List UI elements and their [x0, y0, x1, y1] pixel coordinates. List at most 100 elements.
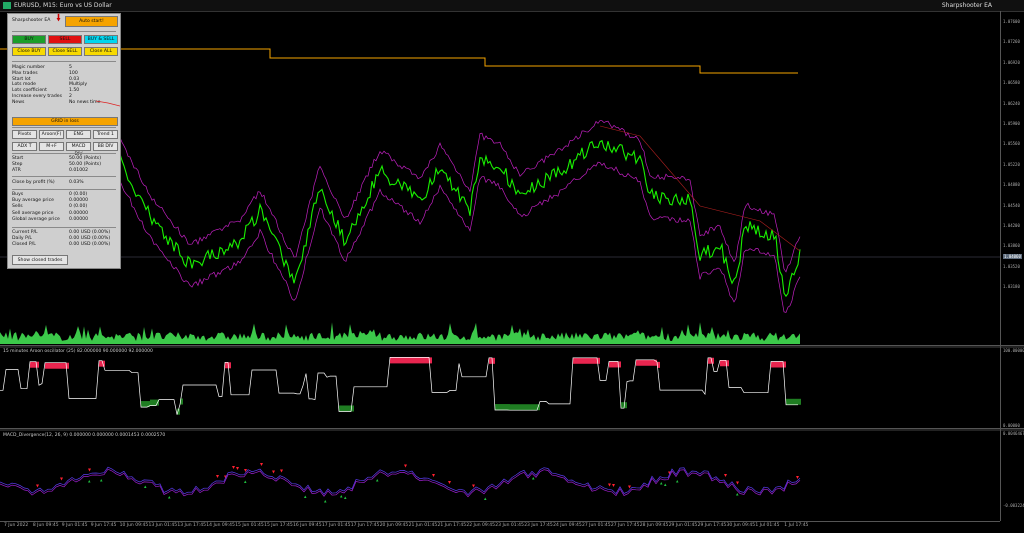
macd-buy-arrow: ▴: [304, 494, 307, 500]
aroon-high-bar: [45, 362, 48, 369]
price-label: 1.03860: [1003, 243, 1020, 249]
time-label: 29 Jun 17:45: [697, 523, 727, 528]
close-all-button[interactable]: Close ALL: [84, 47, 118, 56]
price-label: 1.05560: [1003, 141, 1020, 147]
buy-sell-button[interactable]: BUY & SELL: [84, 35, 118, 44]
aroon-high-bar: [414, 357, 417, 364]
macd-buy-arrow: ▴: [344, 495, 347, 501]
time-label: 23 Jun 01:45: [495, 523, 524, 528]
aroon-high-bar: [99, 360, 102, 367]
aroon-low-bar: [522, 404, 525, 411]
pl-row: Closed P/L 0.00 USD (0.00%): [12, 242, 118, 248]
signal-button-pivots[interactable]: Pivots: [12, 130, 37, 139]
close-by-profit-row: Close by profit (%) 0.03%: [12, 180, 118, 186]
time-label: 10 Jun 09:45: [119, 523, 149, 528]
aroon-high-bar: [60, 362, 63, 369]
aroon-low-bar: [531, 404, 534, 411]
subwindow-separator-2[interactable]: [0, 428, 1024, 431]
aroon-high-bar: [594, 357, 597, 364]
signal-button-adx-t[interactable]: ADX T: [12, 142, 37, 151]
time-label: 1 Jul 17:45: [784, 523, 809, 528]
aroon-low-bar: [144, 401, 147, 408]
divider: [12, 227, 116, 228]
time-label: 9 Jun 01:45: [61, 523, 88, 528]
time-label: 28 Jun 09:45: [639, 523, 669, 528]
time-label: 9 Jun 17:45: [90, 523, 117, 528]
aroon-high-bar: [399, 357, 402, 364]
news-indicator-icon: [96, 100, 120, 107]
close-buy-button[interactable]: Close BUY: [12, 47, 46, 56]
price-scale[interactable]: 1.07600 1.07260 1.06920 1.06580 1.06240 1.059…: [1000, 11, 1024, 521]
aroon-oscillator: [0, 357, 801, 415]
stat-row: Global average price 0.00000: [12, 217, 118, 223]
time-label: 17 Jun 01:45: [321, 523, 351, 528]
time-label: 14 Jun 09:45: [206, 523, 235, 528]
aroon-high-bar: [651, 359, 654, 366]
sell-button[interactable]: SELL: [48, 35, 82, 44]
auto-start-button[interactable]: Auto start!: [65, 16, 118, 27]
macd-sell-arrow: ▾: [736, 479, 739, 486]
time-label: 30 Jun 09:45: [726, 523, 756, 528]
price-label: 1.05220: [1003, 161, 1020, 167]
aroon-low-bar: [534, 404, 537, 411]
signal-button-m-f[interactable]: M+F: [39, 142, 64, 151]
panel-title: Sharpshooter EA: [12, 18, 51, 23]
time-label: 22 Jun 09:45: [466, 523, 495, 528]
price-label: 1.04540: [1003, 202, 1020, 208]
chart-canvas[interactable]: ▾▾▾▴ ▴▴▴▾ ▾▾ ▾ ▾▴▾▾ ▾▴▴▴ ▴▴▾▾▾ ▾▴▴▾ ▾ ▾ ▴ ▴▾▴▾▾▴▾: [0, 11, 1000, 521]
aroon-high-bar: [615, 361, 618, 368]
macd-scale-label: 0.0046467: [1003, 431, 1024, 436]
aroon-high-bar: [609, 361, 612, 368]
aroon-high-bar: [225, 362, 228, 369]
show-closed-trades-button[interactable]: Show closed trades: [12, 255, 68, 265]
macd-sell-arrow: ▾: [260, 461, 263, 468]
time-scale[interactable]: 7 Jun 2022 8 Jun 09:45 9 Jun 01:45 9 Jun 17…: [0, 521, 1000, 533]
signal-button-aroon-f[interactable]: Aroon(F): [39, 130, 64, 139]
aroon-high-bar: [780, 361, 783, 368]
divider: [12, 153, 116, 154]
aroon-high-bar: [63, 362, 66, 369]
signal-button-bb-div[interactable]: BB DIV: [93, 142, 118, 151]
aroon-high-bar: [30, 361, 33, 368]
pl-value: 0.00 USD (0.00%): [69, 242, 111, 248]
aroon-high-bar: [588, 357, 591, 364]
signal-button-trend-1[interactable]: Trend 1: [93, 130, 118, 139]
aroon-high-bar: [582, 357, 585, 364]
signal-button-macd-div[interactable]: MACD DIV: [66, 142, 91, 157]
aroon-high-bar: [576, 357, 579, 364]
aroon-high-bar: [777, 361, 780, 368]
aroon-high-bar: [720, 360, 723, 367]
macd-sell-arrow: ▾: [724, 472, 727, 479]
macd-sell-arrow: ▾: [612, 482, 615, 489]
macd-title: MACD_Divergence(12, 26, 9) 0.000000 0.00…: [3, 433, 166, 438]
aroon-high-bar: [402, 357, 405, 364]
price-label: 1.07600: [1003, 19, 1020, 24]
time-label: 24 Jun 09:45: [553, 523, 582, 528]
stat-label: Sells: [12, 204, 23, 210]
aroon-high-bar: [54, 362, 57, 369]
macd-sell-arrow: ▾: [272, 468, 275, 475]
stat-row: Sell average price 0.00000: [12, 211, 118, 217]
signal-button-eng[interactable]: ENG: [66, 130, 91, 139]
oscillator-scale-label: 100.00000: [1003, 348, 1024, 353]
close-sell-button[interactable]: Close SELL: [48, 47, 82, 56]
aroon-high-bar: [579, 357, 582, 364]
buy-button[interactable]: BUY: [12, 35, 46, 44]
macd-buy-arrow: ▴: [340, 493, 343, 499]
divider: [12, 31, 116, 32]
subwindow-separator-1[interactable]: [0, 345, 1024, 348]
time-label: 17 Jun 17:45: [350, 523, 380, 528]
grid-in-loss-button[interactable]: GRID in loss: [12, 117, 118, 126]
level-value: 0.01002: [69, 168, 88, 173]
time-label: 27 Jun 01:45: [582, 523, 611, 528]
aroon-low-bar: [153, 399, 156, 406]
time-label: 13 Jun 01:45: [148, 523, 178, 528]
macd-sell-arrow: ▾: [448, 479, 451, 486]
macd-sell-arrow: ▾: [608, 481, 611, 488]
macd-buy-arrow: ▴: [660, 481, 663, 487]
aroon-low-bar: [507, 404, 510, 411]
macd-buy-arrow: ▴: [244, 479, 247, 485]
time-label: 7 Jun 2022: [4, 523, 29, 528]
time-label: 29 Jun 01:45: [668, 523, 698, 528]
divider: [12, 127, 116, 128]
